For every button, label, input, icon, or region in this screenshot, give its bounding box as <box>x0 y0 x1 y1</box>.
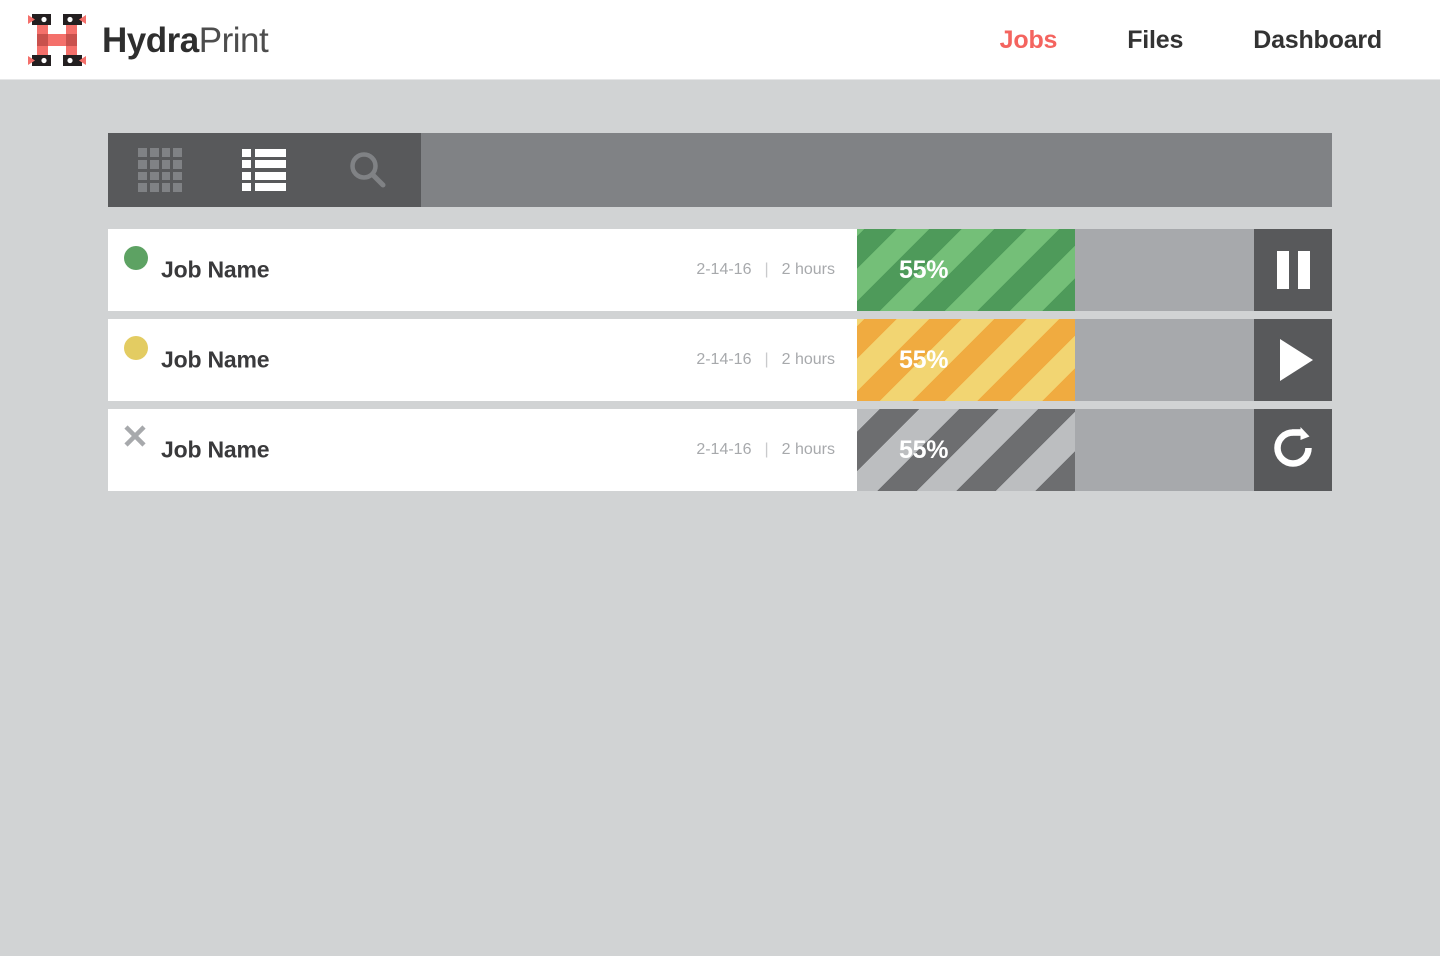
brand-name-bold: Hydra <box>102 20 199 60</box>
job-info-card: Job Name 2-14-16 | 2 hours <box>108 319 857 401</box>
list-view-button[interactable] <box>212 133 316 207</box>
job-name-label: Job Name <box>161 256 270 283</box>
job-meta-separator: | <box>764 351 769 368</box>
progress-fill: 55% <box>857 319 1076 401</box>
play-button[interactable] <box>1254 319 1332 401</box>
grid-view-button[interactable] <box>108 133 212 207</box>
pause-icon <box>1276 251 1310 289</box>
restart-button[interactable] <box>1254 409 1332 491</box>
toolbar-icon-group <box>108 133 421 207</box>
table-row[interactable]: Job Name 2-14-16 | 2 hours 55% <box>108 319 1332 401</box>
progress-percent-label: 55% <box>899 435 949 464</box>
job-metadata: 2-14-16 | 2 hours <box>696 261 835 279</box>
job-date: 2-14-16 <box>696 351 752 368</box>
status-dot-green <box>124 246 148 270</box>
progress-track: 55% <box>857 229 1254 311</box>
main-navigation: Jobs Files Dashboard <box>1000 0 1383 80</box>
nav-item-dashboard[interactable]: Dashboard <box>1253 26 1382 55</box>
app-header: HydraPrint Jobs Files Dashboard <box>0 0 1440 80</box>
table-row[interactable]: Job Name 2-14-16 | 2 hours 55% <box>108 409 1332 491</box>
progress-percent-label: 55% <box>899 345 949 374</box>
job-info-card: Job Name 2-14-16 | 2 hours <box>108 229 857 311</box>
toolbar-filler-bar <box>421 133 1332 207</box>
job-date: 2-14-16 <box>696 441 752 458</box>
progress-track: 55% <box>857 319 1254 401</box>
status-x-gray-icon <box>123 424 147 448</box>
job-duration: 2 hours <box>781 351 835 368</box>
nav-item-jobs[interactable]: Jobs <box>1000 26 1058 55</box>
progress-fill: 55% <box>857 409 1076 491</box>
status-dot-yellow <box>124 336 148 360</box>
job-duration: 2 hours <box>781 441 835 458</box>
job-duration: 2 hours <box>781 261 835 278</box>
job-name-label: Job Name <box>161 346 270 373</box>
search-button[interactable] <box>316 133 420 207</box>
job-date: 2-14-16 <box>696 261 752 278</box>
job-meta-separator: | <box>764 261 769 278</box>
job-info-card: Job Name 2-14-16 | 2 hours <box>108 409 857 491</box>
progress-track: 55% <box>857 409 1254 491</box>
brand-name-light: Print <box>198 20 269 60</box>
job-name-label: Job Name <box>161 436 270 463</box>
job-list: Job Name 2-14-16 | 2 hours 55% Job Name … <box>108 229 1332 499</box>
jobs-toolbar <box>108 133 1332 207</box>
brand-logo[interactable]: HydraPrint <box>28 0 269 80</box>
grid-view-icon <box>138 148 182 192</box>
job-metadata: 2-14-16 | 2 hours <box>696 441 835 459</box>
list-view-icon <box>242 149 286 191</box>
play-icon <box>1279 339 1313 381</box>
search-icon <box>347 149 389 191</box>
brand-title: HydraPrint <box>102 20 269 60</box>
job-metadata: 2-14-16 | 2 hours <box>696 351 835 369</box>
nav-item-files[interactable]: Files <box>1127 26 1183 55</box>
job-meta-separator: | <box>764 441 769 458</box>
pause-button[interactable] <box>1254 229 1332 311</box>
restart-icon <box>1270 425 1316 476</box>
progress-percent-label: 55% <box>899 255 949 284</box>
table-row[interactable]: Job Name 2-14-16 | 2 hours 55% <box>108 229 1332 311</box>
hydraprint-h-cropmarks-logo-icon <box>28 12 86 68</box>
progress-fill: 55% <box>857 229 1076 311</box>
